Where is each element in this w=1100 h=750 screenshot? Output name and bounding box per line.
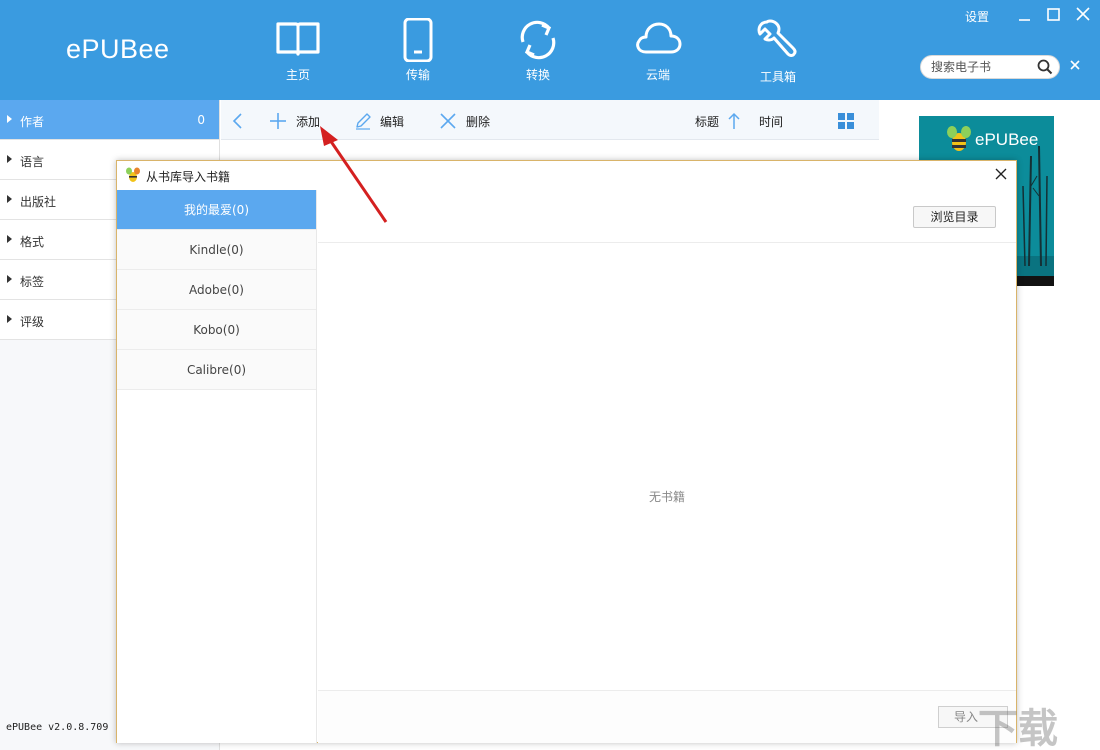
nav-transfer[interactable]: 传输	[378, 14, 458, 90]
sidebar-item-label: 出版社	[20, 195, 57, 209]
nav-home-label: 主页	[285, 68, 310, 82]
sort-by-title-button[interactable]: 标题	[695, 100, 745, 140]
dialog-close-icon[interactable]	[994, 167, 1008, 181]
nav-home[interactable]: 主页	[258, 14, 338, 90]
minimize-button[interactable]	[1015, 6, 1035, 24]
maximize-button[interactable]	[1044, 6, 1064, 24]
sort-title-label: 标题	[695, 115, 720, 129]
search-clear-icon[interactable]	[1068, 58, 1082, 72]
cloud-icon	[636, 22, 682, 54]
import-from-library-dialog: 从书库导入书籍 我的最爱(0) Kindle(0) Adobe(0) Kobo(…	[116, 160, 1017, 743]
search-box	[920, 55, 1060, 79]
sort-time-label: 时间	[759, 115, 784, 129]
source-item-kindle[interactable]: Kindle(0)	[117, 230, 316, 270]
source-item-adobe[interactable]: Adobe(0)	[117, 270, 316, 310]
expand-triangle-icon	[7, 195, 12, 203]
expand-triangle-icon	[7, 275, 12, 283]
search-icon[interactable]	[1037, 59, 1053, 75]
library-source-list: 我的最爱(0) Kindle(0) Adobe(0) Kobo(0) Calib…	[117, 190, 317, 743]
app-small-icon	[126, 167, 140, 182]
sidebar-item-label: 格式	[20, 235, 45, 249]
sidebar-item-label: 评级	[20, 315, 45, 329]
source-item-favorites[interactable]: 我的最爱(0)	[117, 190, 316, 230]
nav-transfer-label: 传输	[405, 68, 430, 82]
expand-triangle-icon	[7, 155, 12, 163]
browse-directory-button[interactable]: 浏览目录	[913, 206, 996, 228]
grid-view-icon	[838, 113, 854, 129]
wrench-icon	[757, 19, 797, 57]
nav-cloud-label: 云端	[645, 68, 670, 82]
close-icon	[1076, 7, 1090, 21]
delete-label: 删除	[466, 115, 491, 129]
ad-title: ePUBee	[975, 130, 1039, 149]
sidebar-item-label: 标签	[20, 275, 45, 289]
back-chevron-icon	[232, 113, 242, 129]
svg-text:下载: 下载	[978, 706, 1058, 750]
back-button[interactable]	[231, 100, 247, 140]
pencil-icon	[356, 113, 371, 130]
nav-convert[interactable]: 转换	[498, 14, 578, 90]
sidebar-item-author[interactable]: 作者 0	[0, 100, 219, 140]
sidebar-item-label: 作者	[20, 115, 45, 129]
sort-by-time-button[interactable]: 时间	[759, 100, 799, 140]
phone-icon	[403, 18, 433, 62]
source-item-calibre[interactable]: Calibre(0)	[117, 350, 316, 390]
empty-state-text: 无书籍	[648, 490, 685, 504]
x-icon	[440, 113, 456, 129]
edit-label: 编辑	[380, 115, 405, 129]
nav-convert-label: 转换	[525, 68, 550, 82]
library-toolbar: 添加 编辑 删除 标题 时间	[221, 100, 879, 140]
nav-tools[interactable]: 工具箱	[738, 14, 818, 90]
search-input[interactable]	[931, 59, 1037, 75]
dialog-title: 从书库导入书籍	[146, 170, 231, 184]
grid-view-button[interactable]	[837, 100, 855, 140]
add-button[interactable]: 添加	[269, 100, 329, 140]
edit-button[interactable]: 编辑	[354, 100, 414, 140]
expand-triangle-icon	[7, 315, 12, 323]
sidebar-item-label: 语言	[20, 155, 45, 169]
dialog-titlebar: 从书库导入书籍	[117, 161, 1016, 189]
maximize-icon	[1047, 8, 1060, 21]
book-icon	[276, 22, 320, 56]
nav-tools-label: 工具箱	[759, 70, 796, 84]
dialog-footer: 导入	[318, 690, 1016, 743]
dialog-book-area-header: 浏览目录	[318, 190, 1016, 243]
source-item-kobo[interactable]: Kobo(0)	[117, 310, 316, 350]
bee-logo-icon	[947, 126, 971, 151]
version-label: ePUBee v2.0.8.709	[6, 722, 109, 733]
arrow-up-icon	[728, 112, 740, 129]
minimize-icon	[1019, 19, 1030, 21]
close-window-button[interactable]	[1073, 6, 1093, 24]
delete-button[interactable]: 删除	[439, 100, 499, 140]
app-logo: ePUBee	[66, 34, 170, 64]
expand-triangle-icon	[7, 235, 12, 243]
sidebar-item-count: 0	[197, 113, 205, 127]
settings-link[interactable]: 设置	[965, 8, 989, 25]
watermark-logo: 下载	[978, 706, 1058, 750]
app-header: ePUBee 主页 传输 转换 云端 工具箱 设置 搜索电子书	[0, 0, 1100, 100]
sync-icon	[520, 20, 556, 60]
dialog-book-area: 浏览目录 无书籍 导入	[318, 190, 1016, 743]
add-label: 添加	[296, 115, 321, 129]
expand-triangle-icon	[7, 115, 12, 123]
nav-cloud[interactable]: 云端	[618, 14, 698, 90]
plus-icon	[270, 113, 286, 129]
